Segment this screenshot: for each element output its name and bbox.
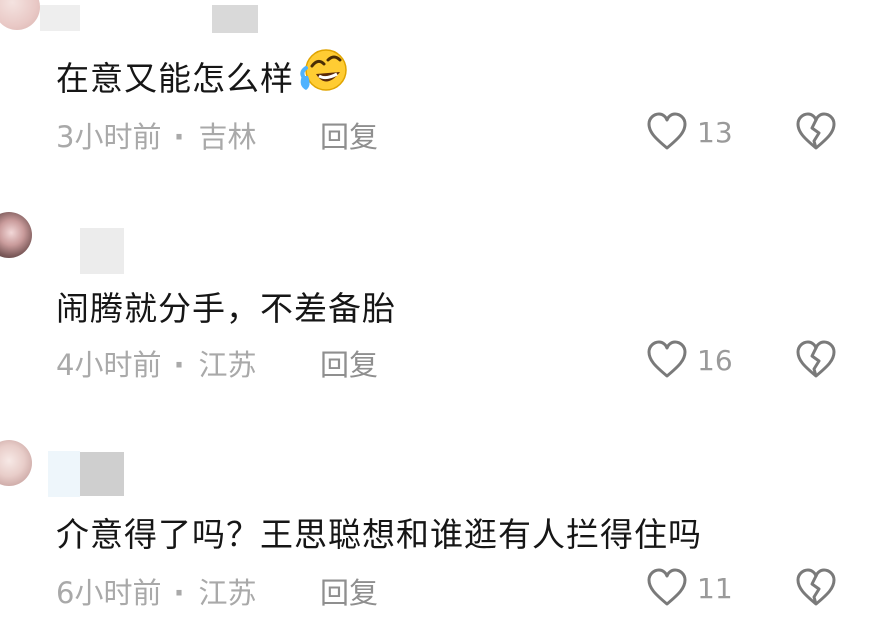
reply-button[interactable]: 回复 — [320, 114, 378, 156]
like-button[interactable]: 11 — [645, 566, 735, 610]
reply-button[interactable]: 回复 — [320, 342, 378, 384]
like-count: 11 — [697, 572, 733, 605]
avatar[interactable] — [0, 212, 32, 258]
heart-outline-icon — [647, 112, 687, 150]
comment-meta: 6小时前 · 江苏 — [56, 570, 257, 612]
like-count: 13 — [697, 116, 733, 149]
comment-time: 4小时前 — [56, 348, 162, 382]
separator-dot: · — [173, 348, 185, 382]
comment-text: 在意又能怎么样 — [56, 46, 350, 104]
comment-text: 介意得了吗？王思聪想和谁逛有人拦得住吗 — [56, 515, 702, 554]
broken-heart-icon — [796, 340, 836, 378]
username-redacted — [40, 5, 80, 31]
username-redacted — [48, 451, 80, 497]
dislike-button[interactable] — [794, 338, 838, 382]
dislike-button[interactable] — [794, 110, 838, 154]
like-button[interactable]: 13 — [645, 110, 735, 154]
separator-dot: · — [173, 120, 185, 154]
comment-list: 在意又能怎么样 3小时前 · 吉林 回复 13 闹腾就分手，不差备胎 4小时前 … — [0, 0, 870, 620]
separator-dot: · — [173, 576, 185, 610]
comment-time: 3小时前 — [56, 120, 162, 154]
comment-time: 6小时前 — [56, 576, 162, 610]
heart-outline-icon — [647, 340, 687, 378]
broken-heart-icon — [796, 568, 836, 606]
reply-button[interactable]: 回复 — [320, 570, 378, 612]
rofl-emoji — [296, 46, 350, 104]
like-button[interactable]: 16 — [645, 338, 735, 382]
broken-heart-icon — [796, 112, 836, 150]
dislike-button[interactable] — [794, 566, 838, 610]
comment-text: 闹腾就分手，不差备胎 — [56, 289, 396, 328]
heart-outline-icon — [647, 568, 687, 606]
avatar[interactable] — [0, 0, 40, 30]
comment-meta: 3小时前 · 吉林 — [56, 114, 257, 156]
comment-location: 吉林 — [198, 120, 257, 154]
avatar[interactable] — [0, 440, 32, 486]
like-count: 16 — [697, 344, 733, 377]
username-redacted — [212, 5, 258, 33]
username-redacted — [80, 452, 124, 496]
comment-location: 江苏 — [198, 576, 257, 610]
comment-location: 江苏 — [198, 348, 257, 382]
comment-meta: 4小时前 · 江苏 — [56, 342, 257, 384]
username-redacted — [80, 228, 124, 274]
